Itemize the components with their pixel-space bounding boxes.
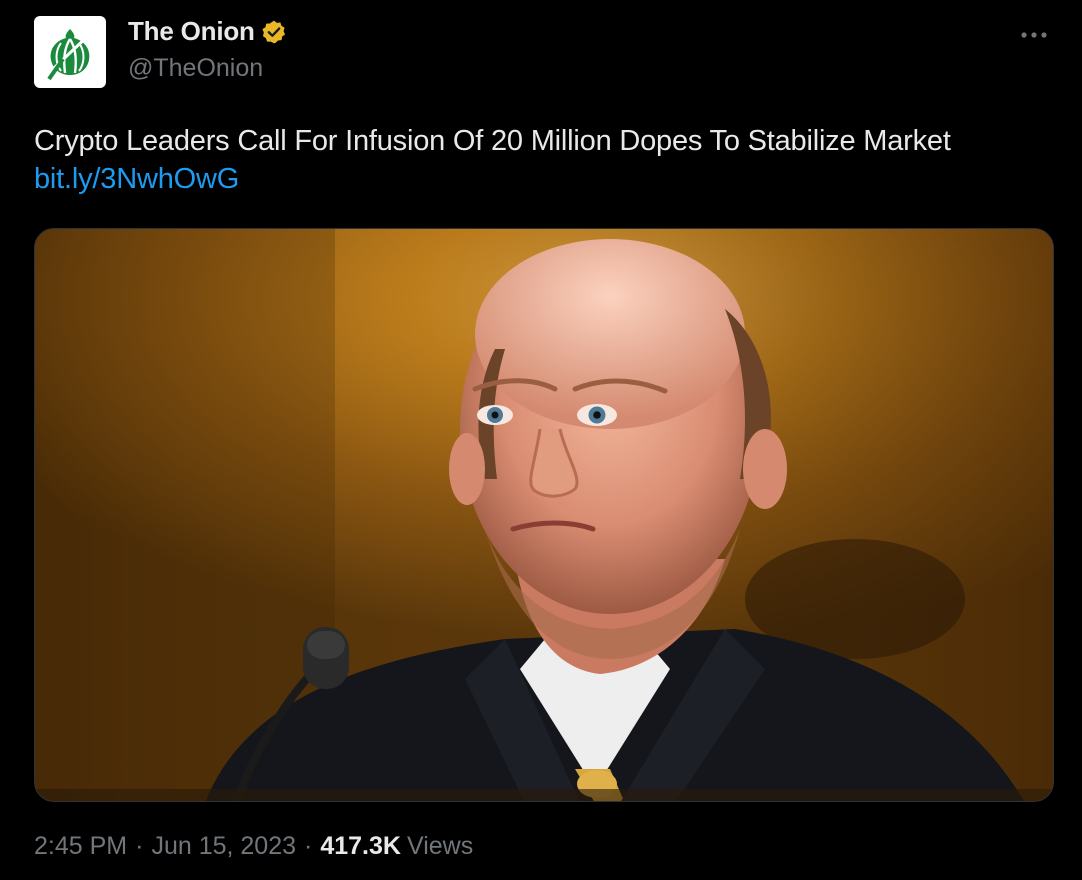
- tweet-meta: 2:45 PM · Jun 15, 2023 · 417.3K Views: [34, 832, 473, 861]
- tweet: The Onion @TheOnion Crypto Leaders Call …: [0, 0, 1082, 880]
- meta-separator: ·: [135, 832, 144, 860]
- handle[interactable]: @TheOnion: [128, 54, 263, 83]
- avatar[interactable]: [34, 16, 106, 88]
- tweet-date[interactable]: Jun 15, 2023: [151, 832, 296, 861]
- more-dots-icon: [1021, 32, 1047, 38]
- name-row: The Onion: [128, 16, 287, 47]
- man-at-microphone-photo[interactable]: [34, 228, 1054, 802]
- gold-verified-icon[interactable]: [261, 19, 287, 45]
- tweet-text: Crypto Leaders Call For Infusion Of 20 M…: [34, 122, 1054, 198]
- meta-separator: ·: [304, 832, 313, 860]
- onion-logo-icon: [47, 29, 93, 81]
- more-options-button[interactable]: [1014, 20, 1054, 50]
- photo-illustration: [35, 229, 1053, 801]
- display-name[interactable]: The Onion: [128, 16, 255, 47]
- tweet-link[interactable]: bit.ly/3NwhOwG: [34, 160, 1054, 198]
- views-count: 417.3K: [320, 832, 401, 860]
- views-label: Views: [406, 832, 474, 860]
- tweet-body: Crypto Leaders Call For Infusion Of 20 M…: [34, 125, 951, 157]
- tweet-time[interactable]: 2:45 PM: [34, 832, 127, 861]
